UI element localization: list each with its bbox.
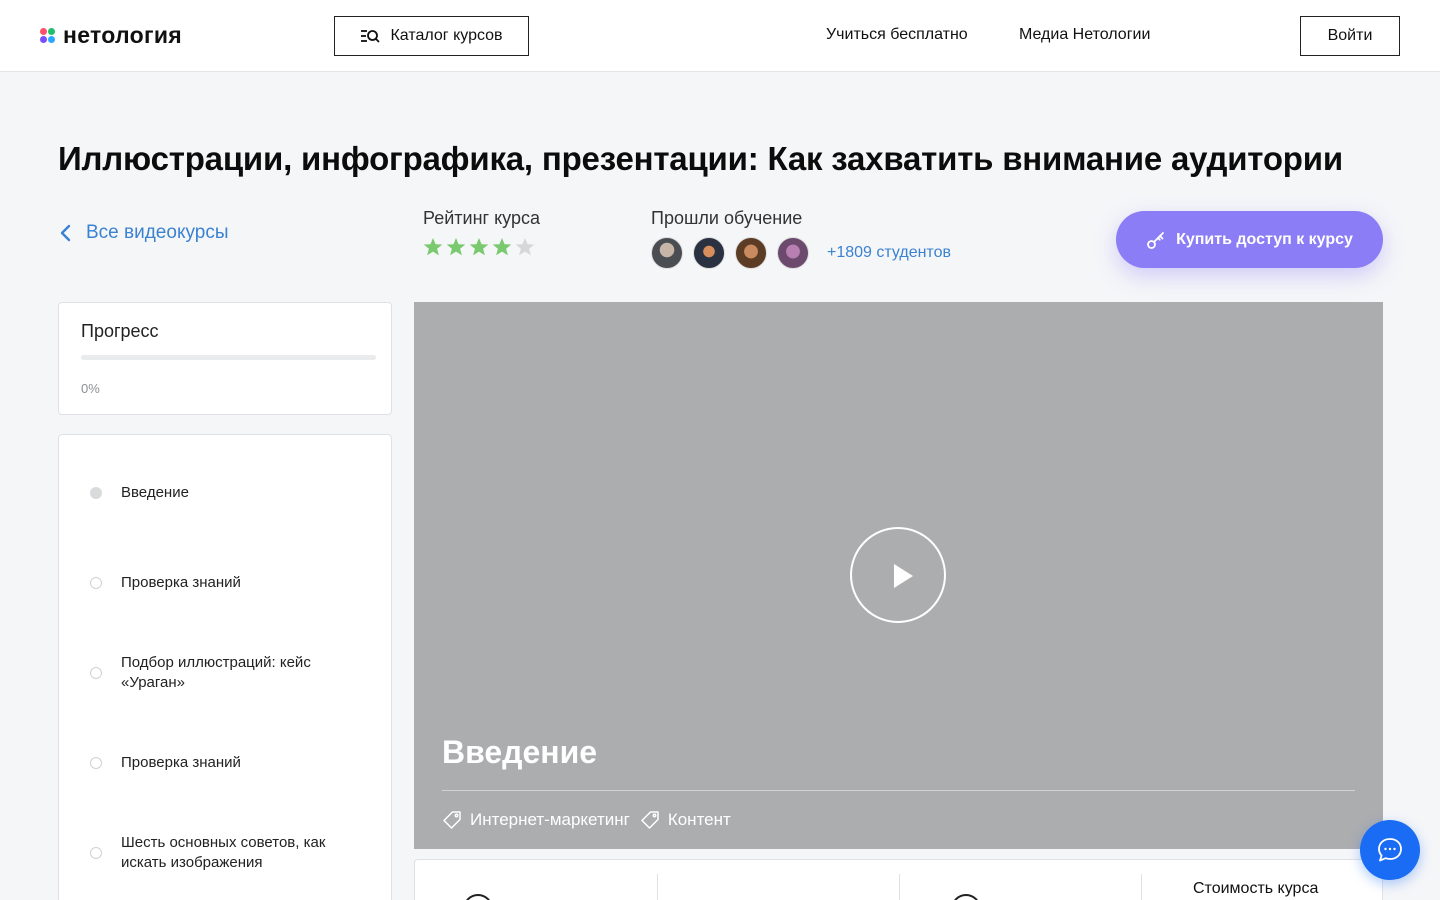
course-info-bar: Стоимость курса bbox=[414, 859, 1383, 900]
play-icon bbox=[894, 564, 913, 588]
back-to-courses-link[interactable]: Все видеокурсы bbox=[58, 222, 228, 244]
lesson-status-dot bbox=[90, 667, 102, 679]
chat-icon bbox=[1378, 838, 1402, 862]
lesson-label: Проверка знаний bbox=[121, 574, 241, 591]
tag-icon bbox=[443, 811, 461, 829]
divider bbox=[657, 874, 658, 900]
catalog-button[interactable]: Каталог курсов bbox=[334, 16, 529, 56]
lesson-item[interactable]: Шесть основных советов, как искать изобр… bbox=[59, 833, 391, 873]
buy-label: Купить доступ к курсу bbox=[1176, 230, 1353, 248]
key-icon bbox=[1147, 231, 1164, 249]
lesson-status-dot bbox=[90, 757, 102, 769]
lesson-label: Проверка знаний bbox=[121, 754, 241, 771]
catalog-search-icon bbox=[361, 30, 381, 43]
video-tags: Интернет-маркетинг Контент bbox=[442, 810, 731, 830]
logo-icon bbox=[40, 28, 55, 43]
divider bbox=[899, 874, 900, 900]
login-button[interactable]: Войти bbox=[1300, 16, 1400, 56]
buy-access-button[interactable]: Купить доступ к курсу bbox=[1116, 211, 1383, 268]
students-passed: Прошли обучение +1809 студентов bbox=[651, 208, 951, 269]
course-cost-label: Стоимость курса bbox=[1193, 880, 1319, 897]
divider bbox=[442, 790, 1355, 791]
lesson-item[interactable]: Подбор иллюстраций: кейс «Ураган» bbox=[59, 653, 391, 693]
play-button[interactable] bbox=[850, 527, 946, 623]
progress-bar bbox=[81, 355, 376, 360]
tag-internet-marketing[interactable]: Интернет-маркетинг bbox=[442, 810, 630, 830]
logo[interactable]: нетология bbox=[40, 22, 182, 49]
tag-icon bbox=[641, 811, 659, 829]
lesson-status-dot bbox=[90, 487, 102, 499]
progress-card: Прогресс 0% bbox=[58, 302, 392, 415]
avatar bbox=[693, 237, 725, 269]
page-title: Иллюстрации, инфографика, презентации: К… bbox=[58, 140, 1343, 177]
lesson-status-dot bbox=[90, 847, 102, 859]
clock-icon bbox=[463, 894, 493, 900]
rating-label: Рейтинг курса bbox=[423, 208, 540, 228]
site-header: нетология Каталог курсов Учиться бесплат… bbox=[0, 0, 1440, 72]
rating-stars bbox=[423, 237, 540, 257]
passed-label: Прошли обучение bbox=[651, 208, 803, 228]
nav-media[interactable]: Медиа Нетологии bbox=[1019, 26, 1150, 44]
students-count-link[interactable]: +1809 студентов bbox=[827, 244, 951, 262]
logo-text: нетология bbox=[63, 22, 183, 48]
course-rating: Рейтинг курса bbox=[423, 208, 540, 257]
lesson-item[interactable]: Введение bbox=[59, 483, 391, 503]
lesson-item[interactable]: Проверка знаний bbox=[59, 573, 391, 593]
back-link-label: Все видеокурсы bbox=[86, 222, 229, 243]
chat-button[interactable] bbox=[1360, 820, 1420, 880]
lesson-label: Подбор иллюстраций: кейс «Ураган» bbox=[121, 654, 311, 691]
lesson-item[interactable]: Проверка знаний bbox=[59, 753, 391, 773]
progress-title: Прогресс bbox=[81, 321, 159, 341]
tag-label: Интернет-маркетинг bbox=[470, 810, 630, 829]
star-icon bbox=[423, 238, 443, 256]
lesson-label: Шесть основных советов, как искать изобр… bbox=[121, 834, 326, 871]
progress-percent: 0% bbox=[81, 381, 100, 396]
avatar bbox=[651, 237, 683, 269]
avatar bbox=[735, 237, 767, 269]
tag-label: Контент bbox=[667, 810, 731, 829]
video-player[interactable]: Введение Интернет-маркетинг Контент bbox=[414, 302, 1383, 849]
tag-content[interactable]: Контент bbox=[640, 810, 731, 830]
star-icon bbox=[446, 238, 466, 256]
lesson-label: Введение bbox=[121, 484, 189, 501]
star-icon bbox=[469, 238, 489, 256]
star-icon bbox=[515, 238, 535, 256]
lesson-status-dot bbox=[90, 577, 102, 589]
nav-learn-free[interactable]: Учиться бесплатно bbox=[826, 26, 968, 44]
star-icon bbox=[492, 238, 512, 256]
avatar bbox=[777, 237, 809, 269]
chevron-left-icon bbox=[60, 224, 71, 242]
divider bbox=[1141, 874, 1142, 900]
lessons-list: Введение Проверка знаний Подбор иллюстра… bbox=[58, 434, 392, 900]
video-title: Введение bbox=[442, 734, 598, 770]
info-icon bbox=[951, 894, 981, 900]
catalog-label: Каталог курсов bbox=[390, 27, 503, 44]
